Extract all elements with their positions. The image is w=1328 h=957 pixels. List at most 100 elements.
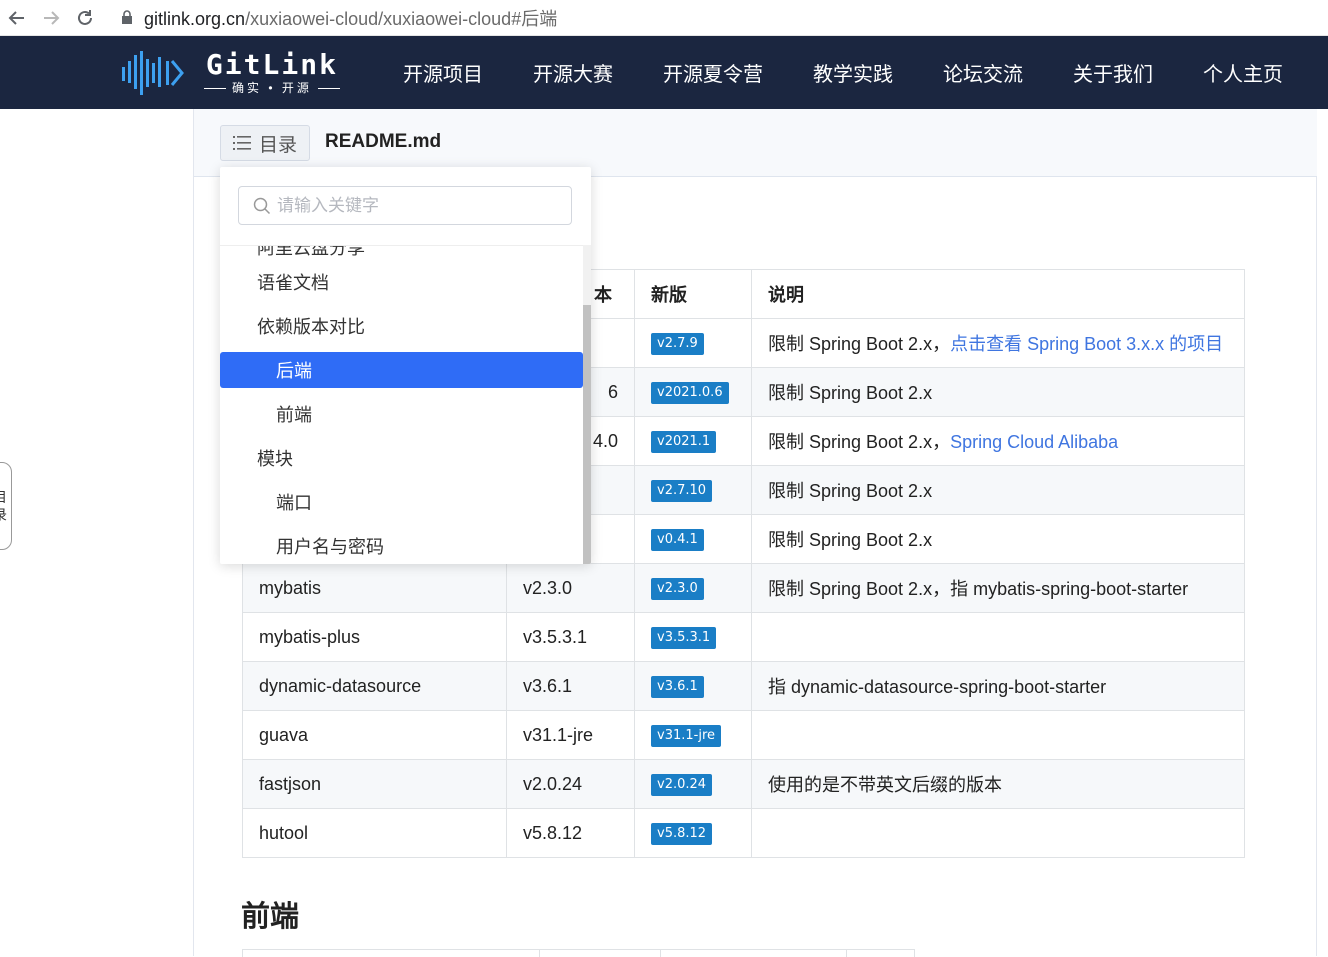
new-version-cell: v31.1-jre bbox=[634, 710, 752, 760]
description-text: 限制 Spring Boot 2.x bbox=[768, 383, 933, 403]
table-row: mybatis v2.3.0 v2.3.0 限制 Spring Boot 2.x，指 … bbox=[242, 563, 1245, 613]
forward-icon[interactable] bbox=[34, 3, 68, 33]
nav-forum[interactable]: 论坛交流 bbox=[943, 58, 1023, 87]
back-icon[interactable] bbox=[0, 3, 34, 33]
logo-mark-icon bbox=[122, 51, 184, 95]
new-version-cell: v5.8.12 bbox=[634, 808, 752, 858]
description-text: 限制 Spring Boot 2.x bbox=[768, 481, 933, 501]
toc-button-label: 目录 bbox=[259, 134, 298, 156]
version-badge: v3.5.3.1 bbox=[651, 627, 717, 649]
new-version-cell: v2021.1 bbox=[634, 416, 752, 466]
nav-teaching[interactable]: 教学实践 bbox=[813, 58, 893, 87]
dependency-name: dynamic-datasource bbox=[242, 661, 507, 711]
table-row: guava v31.1-jre v31.1-jre bbox=[242, 710, 1245, 760]
table-row: mybatis-plus v3.5.3.1 v3.5.3.1 bbox=[242, 612, 1245, 662]
toc-item[interactable]: 端口 bbox=[220, 484, 583, 520]
description-cell: 限制 Spring Boot 2.x bbox=[751, 465, 1245, 515]
toc-item[interactable]: 用户名与密码 bbox=[220, 528, 583, 564]
logo-title: GitLink bbox=[205, 48, 338, 81]
nav-summer-camp[interactable]: 开源夏令营 bbox=[663, 58, 763, 87]
toc-list: 阿里云盘分享 语雀文档依赖版本对比 后端前端模块端口用户名与密码 bbox=[220, 245, 583, 564]
toc-item[interactable]: 后端 bbox=[220, 352, 583, 388]
nav-profile[interactable]: 个人主页 bbox=[1203, 58, 1283, 87]
version-badge: v2.7.10 bbox=[651, 480, 713, 502]
description-cell: 使用的是不带英文后缀的版本 bbox=[751, 759, 1245, 809]
description-cell: 限制 Spring Boot 2.x bbox=[751, 514, 1245, 564]
toc-scrollbar[interactable] bbox=[583, 245, 591, 564]
file-name: README.md bbox=[325, 131, 442, 152]
nav-about[interactable]: 关于我们 bbox=[1073, 58, 1153, 87]
toc-item-partial[interactable]: 阿里云盘分享 bbox=[257, 246, 365, 260]
toc-toggle-button[interactable]: 目录 bbox=[220, 125, 310, 161]
toc-search-box[interactable] bbox=[238, 186, 572, 225]
new-version-cell: v0.4.1 bbox=[634, 514, 752, 564]
description-cell bbox=[751, 710, 1245, 760]
old-version: v2.0.24 bbox=[506, 759, 635, 809]
side-tab-char: 目 bbox=[0, 488, 7, 506]
new-version-cell: v2.0.24 bbox=[634, 759, 752, 809]
old-version: v31.1-jre bbox=[506, 710, 635, 760]
description-link[interactable]: Spring Cloud Alibaba bbox=[950, 432, 1118, 452]
description-link[interactable]: 点击查看 Spring Boot 3.x.x 的项目 bbox=[950, 334, 1223, 354]
description-text: 限制 Spring Boot 2.x bbox=[768, 530, 933, 550]
table-row: dynamic-datasource v3.6.1 v3.6.1 指 dynamic-… bbox=[242, 661, 1245, 711]
section-heading-frontend: 前端 bbox=[241, 901, 300, 933]
search-icon bbox=[253, 197, 271, 214]
toc-search-input[interactable] bbox=[277, 195, 557, 216]
side-tab-char: 录 bbox=[0, 506, 7, 524]
version-badge: v2021.0.6 bbox=[651, 382, 729, 404]
dependency-name: mybatis bbox=[242, 563, 507, 613]
toc-item[interactable]: 语雀文档 bbox=[220, 264, 583, 300]
nav-competitions[interactable]: 开源大赛 bbox=[533, 58, 613, 87]
gitlink-logo[interactable]: GitLink 确实 • 开源 bbox=[120, 50, 350, 96]
logo-subtitle: 确实 • 开源 bbox=[198, 81, 346, 95]
description-cell: 限制 Spring Boot 2.x，Spring Cloud Alibaba bbox=[751, 416, 1245, 466]
description-cell: 指 dynamic-datasource-spring-boot-starter bbox=[751, 661, 1245, 711]
nav-open-source-projects[interactable]: 开源项目 bbox=[403, 58, 483, 87]
version-badge: v2.7.9 bbox=[651, 333, 704, 355]
version-badge: v2.3.0 bbox=[651, 578, 704, 600]
old-version: v5.8.12 bbox=[506, 808, 635, 858]
toc-scrollbar-thumb[interactable] bbox=[583, 305, 591, 564]
version-badge: v31.1-jre bbox=[651, 725, 721, 747]
old-version: v3.6.1 bbox=[506, 661, 635, 711]
site-header: GitLink 确实 • 开源 开源项目 开源大赛 开源夏令营 教学实践 论坛交… bbox=[0, 36, 1328, 109]
table-header-cell: 新版 bbox=[634, 269, 752, 319]
reload-icon[interactable] bbox=[68, 3, 102, 33]
url-path: /xuxiaowei-cloud/xuxiaowei-cloud#后端 bbox=[245, 8, 558, 29]
table-header-cell: 说明 bbox=[751, 269, 1245, 319]
toc-dropdown: 阿里云盘分享 语雀文档依赖版本对比后端前端模块端口用户名与密码 bbox=[220, 167, 591, 564]
version-badge: v5.8.12 bbox=[651, 823, 713, 845]
side-toc-tab[interactable]: 目 录 bbox=[0, 462, 12, 550]
new-version-cell: v2.7.9 bbox=[634, 318, 752, 368]
new-version-cell: v2.3.0 bbox=[634, 563, 752, 613]
address-bar[interactable]: gitlink.org.cn/xuxiaowei-cloud/xuxiaowei… bbox=[144, 5, 557, 31]
frontend-table-top bbox=[242, 949, 915, 957]
toc-item[interactable]: 依赖版本对比 bbox=[220, 308, 583, 344]
description-cell: 限制 Spring Boot 2.x，指 mybatis-spring-boot… bbox=[751, 563, 1245, 613]
toc-item[interactable]: 前端 bbox=[220, 396, 583, 432]
version-badge: v3.6.1 bbox=[651, 676, 704, 698]
toc-item[interactable]: 模块 bbox=[220, 440, 583, 476]
new-version-cell: v2021.0.6 bbox=[634, 367, 752, 417]
description-cell: 限制 Spring Boot 2.x bbox=[751, 367, 1245, 417]
description-cell: 限制 Spring Boot 2.x，点击查看 Spring Boot 3.x.… bbox=[751, 318, 1245, 368]
description-cell bbox=[751, 808, 1245, 858]
description-text: 限制 Spring Boot 2.x， bbox=[768, 432, 951, 452]
description-text: 限制 Spring Boot 2.x， bbox=[768, 334, 951, 354]
dependency-name: fastjson bbox=[242, 759, 507, 809]
list-icon bbox=[233, 136, 251, 150]
lock-icon[interactable] bbox=[120, 10, 134, 26]
description-text: 指 dynamic-datasource-spring-boot-starter bbox=[768, 677, 1107, 697]
version-badge: v0.4.1 bbox=[651, 529, 704, 551]
dependency-name: mybatis-plus bbox=[242, 612, 507, 662]
table-row: fastjson v2.0.24 v2.0.24 使用的是不带英文后缀的版本 bbox=[242, 759, 1245, 809]
new-version-cell: v3.6.1 bbox=[634, 661, 752, 711]
new-version-cell: v2.7.10 bbox=[634, 465, 752, 515]
browser-toolbar: gitlink.org.cn/xuxiaowei-cloud/xuxiaowei… bbox=[0, 0, 1328, 36]
old-version: v2.3.0 bbox=[506, 563, 635, 613]
url-host: gitlink.org.cn bbox=[144, 8, 246, 29]
description-cell bbox=[751, 612, 1245, 662]
description-text: 使用的是不带英文后缀的版本 bbox=[768, 775, 1002, 795]
version-badge: v2.0.24 bbox=[651, 774, 713, 796]
